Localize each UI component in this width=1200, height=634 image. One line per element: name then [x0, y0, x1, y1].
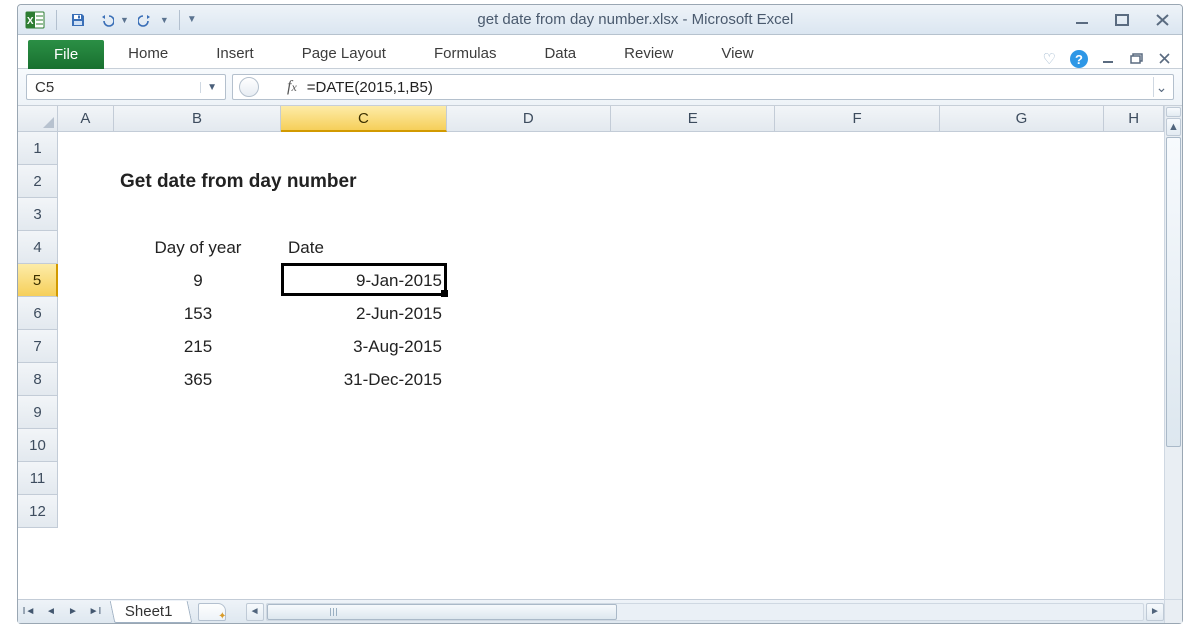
save-button[interactable]: [67, 9, 89, 31]
active-cell-value[interactable]: 9-Jan-2015: [282, 264, 448, 297]
table-header-date[interactable]: Date: [282, 231, 448, 264]
row-header-1[interactable]: 1: [18, 132, 58, 165]
horizontal-scrollbar[interactable]: ◄ ►: [246, 603, 1164, 621]
formula-input-area[interactable]: fx =DATE(2015,1,B5) ⌄: [232, 74, 1174, 100]
row-header-12[interactable]: 12: [18, 495, 58, 528]
column-header-C[interactable]: C: [281, 106, 446, 132]
column-header-B[interactable]: B: [114, 106, 281, 132]
sheet-nav-last-button[interactable]: ►I: [85, 602, 105, 622]
sheet-nav-prev-button[interactable]: ◄: [41, 602, 61, 622]
workbook-close-button[interactable]: [1158, 53, 1172, 65]
row-header-7[interactable]: 7: [18, 330, 58, 363]
column-headers: ABCDEFGH: [58, 106, 1164, 132]
undo-button[interactable]: [95, 9, 117, 31]
sheet-tab-bar: I◄ ◄ ► ►I Sheet1 ◄ ►: [18, 599, 1164, 623]
workbook-restore-button[interactable]: [1130, 53, 1144, 65]
name-box-dropdown-icon[interactable]: ▼: [200, 82, 217, 93]
close-button[interactable]: [1154, 13, 1172, 27]
ribbon-options-icon[interactable]: ♡: [1043, 50, 1056, 68]
excel-logo-icon: X: [24, 9, 46, 31]
spreadsheet-area: ABCDEFGH 123456789101112 Get date from d…: [18, 106, 1182, 623]
formula-bar-expand-icon[interactable]: ⌄: [1153, 77, 1169, 97]
tab-formulas[interactable]: Formulas: [410, 39, 521, 68]
sheet-tab-label: Sheet1: [125, 603, 173, 620]
row-header-11[interactable]: 11: [18, 462, 58, 495]
hscroll-thumb[interactable]: [267, 604, 618, 620]
app-window: X ▼ ▼ ▼ get date from day number.xlsx - …: [17, 4, 1183, 624]
tab-view[interactable]: View: [697, 39, 777, 68]
formula-text: =DATE(2015,1,B5): [307, 79, 433, 96]
title-cell[interactable]: Get date from day number: [114, 165, 614, 198]
tab-page-layout[interactable]: Page Layout: [278, 39, 410, 68]
table-header-day[interactable]: Day of year: [114, 231, 282, 264]
workbook-minimize-button[interactable]: [1102, 53, 1116, 65]
qat-customize-dropdown[interactable]: ▼: [187, 14, 197, 25]
column-header-H[interactable]: H: [1104, 106, 1164, 132]
hscroll-track[interactable]: [266, 603, 1144, 621]
row-header-6[interactable]: 6: [18, 297, 58, 330]
cell-date-7[interactable]: 3-Aug-2015: [282, 330, 448, 363]
formula-bar: C5 ▼ fx =DATE(2015,1,B5) ⌄: [18, 69, 1182, 106]
ribbon-tabs: File HomeInsertPage LayoutFormulasDataRe…: [18, 35, 1182, 69]
scroll-up-button[interactable]: ▲: [1166, 118, 1181, 136]
file-tab[interactable]: File: [28, 40, 104, 69]
insert-function-button[interactable]: [239, 77, 259, 97]
row-header-8[interactable]: 8: [18, 363, 58, 396]
tab-review[interactable]: Review: [600, 39, 697, 68]
cell-day-8[interactable]: 365: [114, 363, 282, 396]
row-header-3[interactable]: 3: [18, 198, 58, 231]
column-header-D[interactable]: D: [447, 106, 611, 132]
cell-day-7[interactable]: 215: [114, 330, 282, 363]
cell-day-6[interactable]: 153: [114, 297, 282, 330]
redo-dropdown[interactable]: ▼: [160, 15, 169, 25]
scroll-corner: [1164, 599, 1182, 623]
undo-dropdown[interactable]: ▼: [120, 15, 129, 25]
split-handle[interactable]: [1166, 107, 1181, 117]
column-header-G[interactable]: G: [940, 106, 1104, 132]
tab-home[interactable]: Home: [104, 39, 192, 68]
vertical-scrollbar[interactable]: ▲: [1164, 106, 1182, 599]
name-box-value: C5: [35, 79, 54, 96]
vscroll-thumb[interactable]: [1166, 137, 1181, 447]
sheet-tab[interactable]: Sheet1: [110, 601, 192, 623]
column-header-A[interactable]: A: [58, 106, 114, 132]
row-header-2[interactable]: 2: [18, 165, 58, 198]
fx-icon: fx: [287, 78, 297, 96]
window-title: get date from day number.xlsx - Microsof…: [197, 11, 1074, 28]
sheet-nav-next-button[interactable]: ►: [63, 602, 83, 622]
maximize-button[interactable]: [1114, 13, 1132, 27]
column-header-E[interactable]: E: [611, 106, 775, 132]
quick-access-toolbar: X ▼ ▼ ▼: [24, 9, 197, 31]
select-all-corner[interactable]: [18, 106, 58, 132]
column-header-F[interactable]: F: [775, 106, 939, 132]
svg-text:X: X: [27, 16, 34, 27]
window-controls: [1074, 13, 1176, 27]
help-icon[interactable]: ?: [1070, 50, 1088, 68]
name-box[interactable]: C5 ▼: [26, 74, 226, 100]
row-header-9[interactable]: 9: [18, 396, 58, 429]
row-header-10[interactable]: 10: [18, 429, 58, 462]
scroll-left-button[interactable]: ◄: [246, 603, 264, 621]
row-header-4[interactable]: 4: [18, 231, 58, 264]
minimize-button[interactable]: [1074, 13, 1092, 27]
row-header-5[interactable]: 5: [18, 264, 58, 297]
cell-day-5[interactable]: 9: [114, 264, 282, 297]
redo-button[interactable]: [135, 9, 157, 31]
cell-date-8[interactable]: 31-Dec-2015: [282, 363, 448, 396]
cell-date-6[interactable]: 2-Jun-2015: [282, 297, 448, 330]
scroll-right-button[interactable]: ►: [1146, 603, 1164, 621]
tab-data[interactable]: Data: [520, 39, 600, 68]
tab-insert[interactable]: Insert: [192, 39, 278, 68]
sheet-nav-first-button[interactable]: I◄: [19, 602, 39, 622]
row-headers: 123456789101112: [18, 132, 58, 599]
cells-grid[interactable]: Get date from day number Day of yearDate9…: [58, 132, 1164, 599]
new-sheet-button[interactable]: [198, 603, 226, 621]
title-bar: X ▼ ▼ ▼ get date from day number.xlsx - …: [18, 5, 1182, 35]
